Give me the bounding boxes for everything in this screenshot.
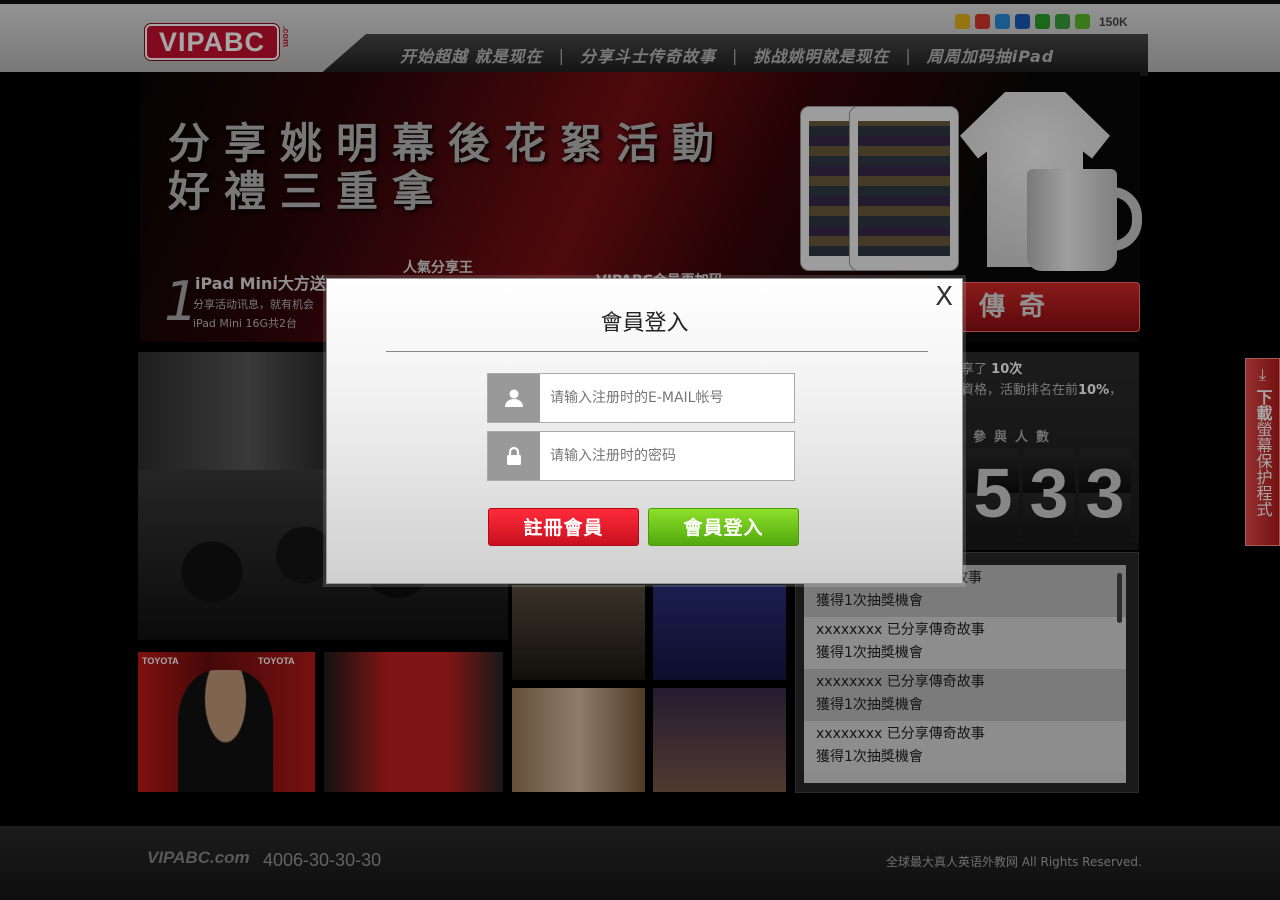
user-icon (488, 374, 540, 422)
divider (386, 351, 928, 352)
password-input[interactable] (540, 432, 794, 480)
login-modal: X 會員登入 註冊會員 會員登入 (326, 278, 963, 584)
login-button[interactable]: 會員登入 (648, 508, 799, 546)
register-button[interactable]: 註冊會員 (488, 508, 639, 546)
email-field (487, 373, 795, 423)
password-field (487, 431, 795, 481)
email-input[interactable] (540, 374, 794, 422)
modal-title: 會員登入 (600, 311, 689, 336)
lock-icon (488, 432, 540, 480)
